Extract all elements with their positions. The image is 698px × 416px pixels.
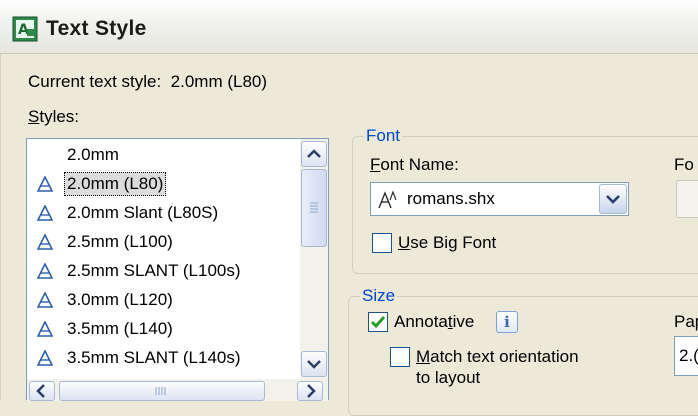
match-orientation-checkbox[interactable] (390, 347, 410, 367)
style-item-label: 3.5mm (L140) (67, 319, 173, 338)
style-item-label: 3.5mm SLANT (L140s) (67, 348, 241, 367)
paper-height-input[interactable]: 2.( (674, 336, 698, 376)
font-name-dropdown-button[interactable] (599, 184, 627, 214)
style-item-label: 2.0mm (67, 145, 119, 164)
scroll-right-button[interactable] (297, 381, 323, 401)
checkmark-icon (370, 316, 386, 329)
paper-height-value: 2.( (679, 346, 698, 365)
window-frame (0, 54, 8, 400)
annotative-icon (37, 176, 53, 192)
annotative-label-post: ive (452, 312, 475, 331)
font-name-mnemonic: F (370, 155, 381, 174)
match-orientation-line1-rest: atch text orientation (430, 347, 579, 366)
font-name-label: Font Name: (370, 155, 459, 175)
chevron-down-icon (307, 360, 321, 369)
annotative-icon (37, 350, 53, 366)
font-name-select[interactable]: romans.shx (370, 182, 629, 216)
size-group-legend: Size (360, 286, 398, 306)
info-icon[interactable]: i (496, 311, 518, 333)
match-orientation-label: Match text orientation to layout (416, 346, 579, 388)
annotative-icon (37, 234, 53, 250)
font-name-value: romans.shx (407, 189, 495, 208)
annotative-label: Annotative (394, 312, 474, 332)
chevron-down-icon (606, 195, 620, 204)
current-style-text: Current text style: 2.0mm (L80) (28, 72, 267, 92)
style-item-label: 2.0mm (L80) (64, 172, 167, 196)
horizontal-scrollbar[interactable] (27, 379, 328, 401)
styles-label-rest: tyles: (39, 107, 80, 126)
scroll-thumb[interactable] (301, 169, 327, 247)
style-list-item[interactable]: 2.0mm (L80) (27, 170, 301, 198)
styles-label-mnemonic: S (28, 107, 40, 126)
grip-icon (310, 202, 318, 213)
annotative-icon (37, 292, 53, 308)
use-big-font-checkbox[interactable] (372, 233, 392, 253)
style-list-item[interactable]: 3.5mm SLANT (L140s) (27, 344, 301, 372)
styles-listbox[interactable]: 2.0mm 2.0mm (L80) 2.0mm Slant (L80S) 2.5mm … (26, 138, 329, 401)
style-item-label: 3.0mm (L120) (67, 290, 173, 309)
chevron-up-icon (307, 149, 321, 158)
chevron-left-icon (36, 384, 45, 398)
vertical-scrollbar[interactable] (300, 139, 328, 379)
font-style-label: Fo (674, 155, 694, 174)
current-style-label: Current text style: (28, 72, 162, 91)
grip-icon (155, 387, 166, 395)
styles-label: Styles: (28, 107, 79, 127)
text-style-app-icon: A (12, 16, 38, 42)
match-orientation-mnemonic: M (416, 347, 431, 366)
use-big-font-label: Use Big Font (398, 233, 496, 253)
shx-font-icon (378, 190, 397, 209)
style-list-item[interactable]: 2.5mm SLANT (L100s) (27, 257, 301, 285)
current-style-value: 2.0mm (L80) (170, 72, 268, 91)
annotative-checkbox[interactable] (368, 312, 388, 332)
title-bar: A Text Style (0, 0, 698, 54)
match-orientation-line2: to layout (416, 368, 481, 387)
font-name-label-rest: ont Name: (380, 155, 459, 174)
scroll-left-button[interactable] (29, 381, 55, 401)
chevron-right-icon (307, 384, 316, 398)
annotative-icon (37, 321, 53, 337)
use-big-font-label-rest: se Big Font (410, 233, 497, 252)
style-item-label: 2.5mm SLANT (L100s) (67, 261, 241, 280)
scroll-down-button[interactable] (301, 351, 327, 377)
window-title: Text Style (46, 17, 147, 40)
annotative-icon (37, 263, 53, 279)
style-list-item[interactable]: 3.5mm (L140) (27, 315, 301, 343)
use-big-font-mnemonic: U (398, 233, 411, 252)
horizontal-scroll-thumb[interactable] (59, 381, 265, 401)
annotative-icon (37, 205, 53, 221)
font-style-select[interactable] (676, 180, 698, 218)
style-list-item[interactable]: 3.0mm (L120) (27, 286, 301, 314)
style-list-item[interactable]: 2.0mm (27, 141, 301, 169)
font-group-legend: Font (364, 126, 403, 146)
style-item-label: 2.0mm Slant (L80S) (67, 203, 219, 222)
scroll-up-button[interactable] (301, 141, 327, 167)
paper-height-label: Pap (674, 312, 698, 331)
annotative-label-pre: Annota (394, 312, 448, 331)
style-list-item[interactable]: 2.0mm Slant (L80S) (27, 199, 301, 227)
style-list-item[interactable]: 2.5mm (L100) (27, 228, 301, 256)
style-item-label: 2.5mm (L100) (67, 232, 173, 251)
